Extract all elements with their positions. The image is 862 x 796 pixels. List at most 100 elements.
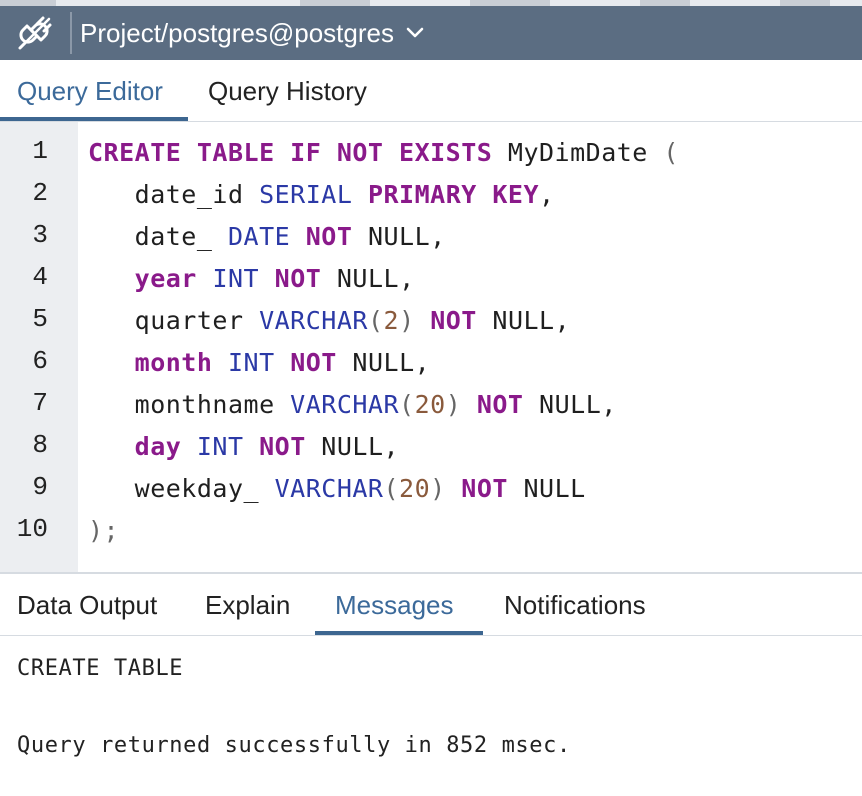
message-result: Query returned successfully in 852 msec. [17,733,571,758]
line-number: 10 [16,514,48,544]
sql-identifier [461,390,477,419]
sql-type: VARCHAR [274,474,384,503]
sql-identifier: weekday_ [88,474,275,503]
sql-identifier [181,432,197,461]
editor-tab-bar: Query Editor Query History [0,60,862,122]
sql-identifier: NULL, [305,432,400,461]
sql-identifier: NULL [507,474,586,503]
connection-toolbar: Project/postgres@postgres [0,6,862,60]
message-status: CREATE TABLE [17,656,184,681]
code-line[interactable]: weekday_ VARCHAR(20) NOT NULL [88,474,586,503]
sql-identifier [446,474,462,503]
sql-code-editor[interactable]: 1 2 3 4 5 6 7 8 9 10 CREATE TABLE IF NOT… [0,122,862,572]
messages-panel: CREATE TABLE Query returned successfully… [0,636,862,796]
sql-keyword: year [134,264,197,293]
output-tab-bar: Data Output Explain Messages Notificatio… [0,574,862,636]
line-number: 8 [32,430,48,460]
sql-keyword: NOT [274,264,322,293]
code-line[interactable]: date_id SERIAL PRIMARY KEY, [88,180,555,209]
sql-punctuation: ) [399,306,415,335]
tab-notifications[interactable]: Notifications [504,574,646,636]
sql-identifier [275,348,291,377]
sql-identifier [197,264,213,293]
sql-identifier: , [539,180,555,209]
tab-label: Messages [335,589,454,620]
tab-data-output[interactable]: Data Output [17,574,157,636]
sql-keyword: NOT [430,306,477,335]
tab-query-history[interactable]: Query History [208,60,367,122]
line-number: 9 [32,472,48,502]
sql-identifier [259,264,275,293]
line-number-gutter: 1 2 3 4 5 6 7 8 9 10 [0,122,78,572]
sql-keyword: NOT [290,348,337,377]
sql-keyword: NOT [461,474,508,503]
line-number: 2 [32,178,48,208]
tab-query-editor[interactable]: Query Editor [0,60,188,122]
sql-keyword: month [134,348,213,377]
sql-identifier: NULL, [352,222,446,251]
code-line[interactable]: CREATE TABLE IF NOT EXISTS MyDimDate ( [88,138,679,167]
sql-type: DATE [227,222,291,251]
connection-plug-icon [18,16,52,50]
line-number: 1 [32,136,48,166]
sql-identifier [88,264,135,293]
sql-identifier: monthname [88,390,291,419]
sql-keyword: NOT [476,390,524,419]
sql-punctuation: ( [383,474,400,503]
sql-type: SERIAL [259,180,353,209]
sql-type: VARCHAR [290,390,400,419]
sql-keyword: NOT [259,432,306,461]
toolbar-divider [70,12,72,54]
sql-identifier [88,348,135,377]
sql-keyword: CREATE TABLE IF NOT EXISTS [88,138,493,167]
sql-keyword: PRIMARY KEY [367,180,540,209]
sql-identifier: NULL, [336,348,431,377]
sql-identifier: NULL, [523,390,617,419]
sql-keyword: NOT [305,222,353,251]
tab-messages[interactable]: Messages [315,574,483,636]
sql-punctuation: ); [88,516,120,545]
connection-status-button[interactable] [0,6,70,60]
code-line[interactable]: monthname VARCHAR(20) NOT NULL, [88,390,617,419]
sql-punctuation: ) [445,390,462,419]
sql-type: INT [196,432,244,461]
sql-punctuation: ( [367,306,384,335]
sql-identifier: date_id [88,180,260,209]
sql-number: 20 [399,474,431,503]
chevron-down-icon [406,27,424,39]
tab-label: Notifications [504,589,646,620]
sql-identifier [415,306,431,335]
sql-identifier [290,222,306,251]
line-number: 3 [32,220,48,250]
sql-punctuation: ) [430,474,446,503]
code-line[interactable]: date_ DATE NOT NULL, [88,222,446,251]
sql-type: VARCHAR [259,306,368,335]
sql-identifier: NULL, [321,264,415,293]
line-number: 7 [32,388,48,418]
sql-identifier: NULL, [476,306,571,335]
tab-explain[interactable]: Explain [205,574,290,636]
tab-label: Data Output [17,589,158,620]
line-number: 5 [32,304,48,334]
connection-selector[interactable]: Project/postgres@postgres [80,6,424,60]
code-line[interactable]: month INT NOT NULL, [88,348,430,377]
tab-label: Explain [205,589,291,620]
code-line[interactable]: year INT NOT NULL, [88,264,415,293]
sql-number: 2 [383,306,400,335]
tab-label: Query Editor [17,75,163,106]
sql-identifier [88,432,135,461]
sql-identifier: MyDimDate [492,138,664,167]
sql-identifier: quarter [88,306,260,335]
code-line[interactable]: day INT NOT NULL, [88,432,399,461]
sql-identifier [244,432,260,461]
sql-punctuation: ( [663,138,679,167]
sql-number: 20 [414,390,446,419]
sql-identifier [212,348,228,377]
sql-identifier: date_ [88,222,228,251]
connection-label: Project/postgres@postgres [80,17,394,48]
tab-label: Query History [208,75,367,106]
sql-type: INT [227,348,275,377]
code-line[interactable]: quarter VARCHAR(2) NOT NULL, [88,306,570,335]
sql-punctuation: ( [399,390,415,419]
code-line[interactable]: ); [88,516,119,545]
